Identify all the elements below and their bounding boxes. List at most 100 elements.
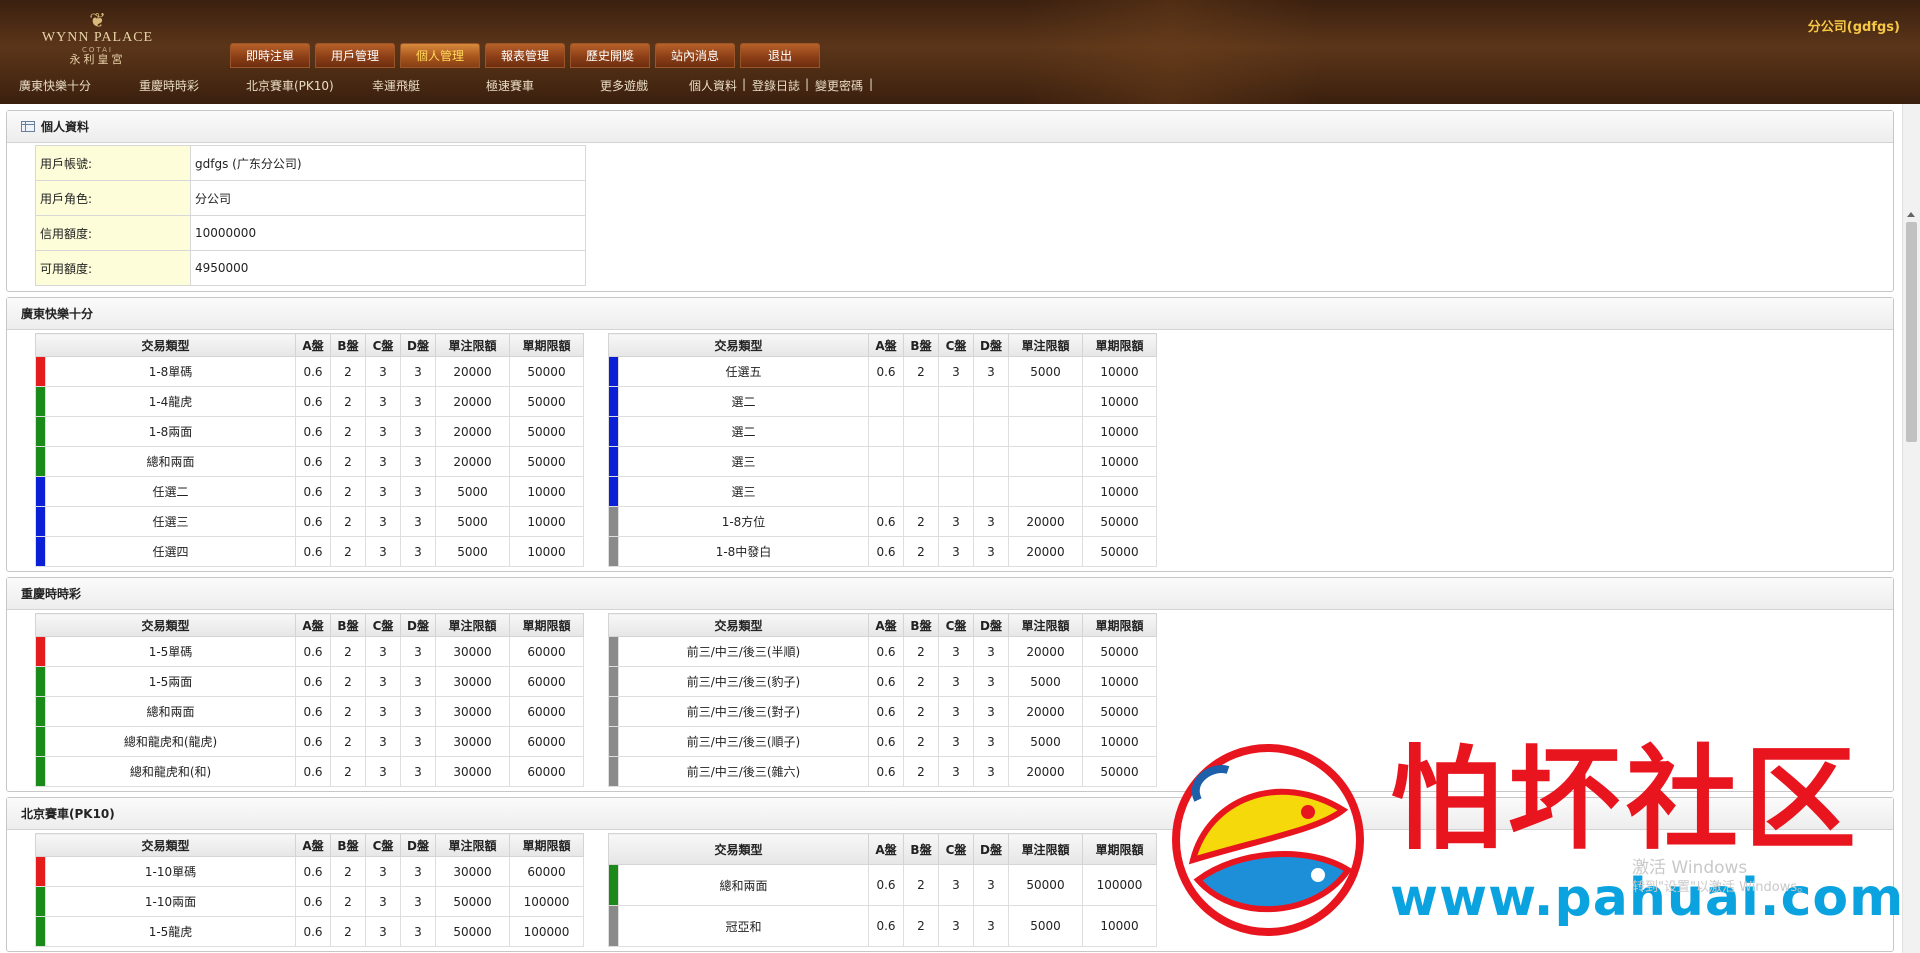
limits-cell: 3 xyxy=(938,905,974,947)
nav-tab-user-management[interactable]: 用戶管理 xyxy=(315,43,395,68)
limits-cell: 3 xyxy=(400,356,436,387)
limits-header-row: 交易類型 A盤 B盤 C盤 D盤 單注限額 單期限額 xyxy=(608,613,1157,637)
limits-bet-type: 選三 xyxy=(618,446,869,477)
nav-tab-messages[interactable]: 站內消息 xyxy=(655,43,735,68)
limits-cell: 2 xyxy=(330,386,366,417)
watermark-text: 怕坏社区 xyxy=(1390,735,1862,865)
limits-cell: 0.6 xyxy=(295,756,331,787)
limits-cell: 2 xyxy=(330,636,366,667)
limits-cell: 3 xyxy=(400,536,436,567)
subnav-game-lucky-airship[interactable]: 幸運飛艇 xyxy=(372,77,420,94)
scroll-up-arrow-icon[interactable] xyxy=(1907,212,1915,217)
profile-value: 4950000 xyxy=(190,250,586,286)
subnav-game-cq-ssc[interactable]: 重慶時時彩 xyxy=(139,77,199,94)
limits-cell: 60000 xyxy=(509,856,584,887)
nav-tab-draw-history[interactable]: 歷史開獎 xyxy=(570,43,650,68)
limits-column-header: D盤 xyxy=(973,613,1009,637)
limits-cell: 10000 xyxy=(1082,666,1157,697)
limits-cell: 0.6 xyxy=(295,856,331,887)
limits-column-header: A盤 xyxy=(868,333,904,357)
limits-column-header: 交易類型 xyxy=(35,613,296,637)
limits-column-header: 單注限額 xyxy=(435,833,510,857)
limits-cell: 20000 xyxy=(1008,756,1083,787)
limits-column-header: B盤 xyxy=(903,832,939,866)
limits-column-header: D盤 xyxy=(400,613,436,637)
limits-cell: 0.6 xyxy=(295,666,331,697)
limits-bet-type: 前三/中三/後三(雜六) xyxy=(618,756,869,787)
limits-category-color-bar xyxy=(608,864,619,907)
limits-bet-type: 任選五 xyxy=(618,356,869,387)
limits-column-header: 單注限額 xyxy=(435,613,510,637)
limits-cell: 2 xyxy=(330,696,366,727)
limits-cell: 3 xyxy=(938,696,974,727)
logo[interactable]: ❦ WYNN PALACE COTAI 永利皇宮 xyxy=(30,10,165,70)
limits-cell: 2 xyxy=(903,696,939,727)
limits-column-header: 單期限額 xyxy=(1082,613,1157,637)
limits-cell: 20000 xyxy=(435,386,510,417)
limits-column-header: C盤 xyxy=(938,333,974,357)
limits-cell: 60000 xyxy=(509,726,584,757)
limits-cell xyxy=(1008,476,1083,507)
limits-cell: 60000 xyxy=(509,696,584,727)
limits-cell: 30000 xyxy=(435,856,510,887)
limits-cell: 30000 xyxy=(435,666,510,697)
limits-table: 交易類型 A盤 B盤 C盤 D盤 單注限額 單期限額 總和兩面 0.6 2 3 3 50000 10000… xyxy=(608,832,1157,947)
limits-column-header: B盤 xyxy=(903,333,939,357)
limits-cell: 2 xyxy=(330,356,366,387)
limits-column-header: C盤 xyxy=(938,832,974,866)
limits-cell: 0.6 xyxy=(295,916,331,947)
profile-row: 可用額度: 4950000 xyxy=(35,250,586,286)
limits-bet-type: 總和龍虎和(龍虎) xyxy=(45,726,296,757)
limits-column-header: 交易類型 xyxy=(608,613,869,637)
subnav-game-pk10[interactable]: 北京賽車(PK10) xyxy=(246,77,334,94)
subnav-link-change-password[interactable]: 變更密碼 xyxy=(815,77,863,94)
limits-cell: 5000 xyxy=(1008,726,1083,757)
limits-cell: 10000 xyxy=(509,506,584,537)
subnav-link-login-log[interactable]: 登錄日誌 xyxy=(752,77,800,94)
limits-column-header: 單期限額 xyxy=(509,333,584,357)
limits-cell: 3 xyxy=(973,666,1009,697)
limits-table: 交易類型 A盤 B盤 C盤 D盤 單注限額 單期限額 前三/中三/後三(半順) 0.6 2 3 3 20… xyxy=(608,613,1157,787)
limits-cell: 3 xyxy=(973,864,1009,907)
limits-cell xyxy=(973,386,1009,417)
limits-cell: 3 xyxy=(365,356,401,387)
limits-column-header: B盤 xyxy=(330,613,366,637)
subnav-game-speed-racing[interactable]: 極速賽車 xyxy=(486,77,534,94)
subnav-separator: | xyxy=(869,77,874,91)
limits-cell: 20000 xyxy=(435,446,510,477)
table-icon xyxy=(21,121,35,132)
scrollbar-thumb[interactable] xyxy=(1906,222,1917,442)
subnav-more-games[interactable]: 更多遊戲 xyxy=(600,77,648,94)
page-scrollbar[interactable] xyxy=(1902,104,1920,953)
limits-cell: 3 xyxy=(365,416,401,447)
limits-category-color-bar xyxy=(35,386,46,417)
limits-cell: 30000 xyxy=(435,636,510,667)
limits-cell: 10000 xyxy=(509,476,584,507)
limits-cell: 20000 xyxy=(435,416,510,447)
limits-category-color-bar xyxy=(35,666,46,697)
limits-cell: 3 xyxy=(400,916,436,947)
game-limits-panel-title: 廣東快樂十分 xyxy=(21,307,94,321)
nav-tab-live-bets[interactable]: 即時注單 xyxy=(230,43,310,68)
limits-cell: 0.6 xyxy=(295,506,331,537)
limits-category-color-bar xyxy=(35,756,46,787)
limits-row: 1-5龍虎 0.6 2 3 3 50000 100000 xyxy=(35,916,584,947)
limits-cell: 2 xyxy=(903,864,939,907)
nav-tab-reports[interactable]: 報表管理 xyxy=(485,43,565,68)
limits-cell: 50000 xyxy=(509,446,584,477)
limits-cell: 2 xyxy=(903,506,939,537)
nav-tab-logout[interactable]: 退出 xyxy=(740,43,820,68)
nav-tab-personal-management[interactable]: 個人管理 xyxy=(400,43,480,68)
limits-cell xyxy=(868,476,904,507)
limits-cell: 50000 xyxy=(509,356,584,387)
limits-category-color-bar xyxy=(35,536,46,567)
limits-column-header: B盤 xyxy=(903,613,939,637)
limits-column-header: D盤 xyxy=(973,333,1009,357)
limits-cell: 2 xyxy=(330,666,366,697)
subnav-game-gd-happy10[interactable]: 廣東快樂十分 xyxy=(19,77,91,94)
limits-cell: 3 xyxy=(938,864,974,907)
limits-cell: 5000 xyxy=(1008,356,1083,387)
limits-cell xyxy=(868,386,904,417)
subnav-link-profile[interactable]: 個人資料 xyxy=(689,77,737,94)
limits-column-header: 單注限額 xyxy=(1008,333,1083,357)
